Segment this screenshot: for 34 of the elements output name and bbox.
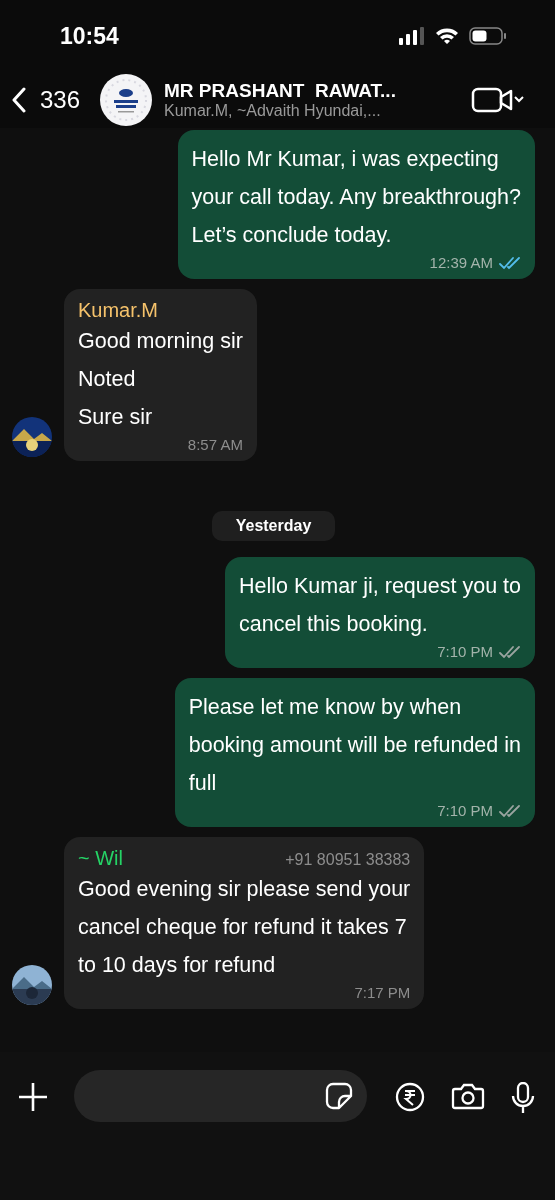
message-bubble[interactable]: Please let me know by when booking amount will be refunded in full 7:10 PM xyxy=(174,678,535,827)
plus-icon[interactable] xyxy=(18,1082,48,1112)
message-input-field[interactable] xyxy=(74,1070,367,1122)
message-time: 12:39 AM xyxy=(429,254,493,271)
message-bubble[interactable]: ~ Wil +91 80951 38383 Good evening sir please send your cancel cheque for refund it takes 7 to 10 days for refund 7:17 PM xyxy=(64,837,425,1009)
date-label: Yesterday xyxy=(211,511,336,541)
message-text: Please let me know by when booking amount will be refunded in full xyxy=(188,694,521,797)
message-time: 8:57 AM xyxy=(187,436,243,453)
chat-title[interactable]: MR PRASHANT RAWAT... xyxy=(164,80,459,102)
message-text: Good morning sir Noted Sure sir xyxy=(78,328,243,431)
wifi-icon xyxy=(435,27,459,45)
sender-phone: +91 80951 38383 xyxy=(285,851,411,869)
rupee-icon[interactable] xyxy=(395,1082,425,1112)
message-time: 7:17 PM xyxy=(354,984,411,1001)
message-text: Hello Mr Kumar, i was expecting your call today. Any breakthrough? Let’s conclude today. xyxy=(191,146,521,249)
message-bubble[interactable]: Hello Mr Kumar, i was expecting your call today. Any breakthrough? Let’s conclude today. 12:39 AM xyxy=(177,130,535,279)
sender-name[interactable]: Kumar.M xyxy=(78,299,159,322)
video-call-icon[interactable] xyxy=(471,86,527,114)
message-time: 7:10 PM xyxy=(437,802,493,819)
signal-icon xyxy=(399,27,425,45)
battery-icon xyxy=(469,27,507,45)
sticker-icon[interactable] xyxy=(325,1082,353,1110)
status-time: 10:54 xyxy=(60,22,119,50)
microphone-icon[interactable] xyxy=(511,1082,535,1114)
chat-members: Kumar.M, ~Advaith Hyundai,... xyxy=(164,102,382,120)
message-bubble[interactable]: Kumar.M Good morning sir Noted Sure sir 8:57 AM xyxy=(64,289,257,461)
sender-name[interactable]: ~ Wil xyxy=(78,847,123,870)
message-text: Good evening sir please send your cancel cheque for refund it takes 7 to 10 days for refund xyxy=(78,876,411,979)
message-bubble[interactable]: Hello Kumar ji, request you to cancel this booking. 7:10 PM xyxy=(224,557,535,668)
back-icon xyxy=(12,87,26,113)
message-text: Hello Kumar ji, request you to cancel this booking. xyxy=(238,573,521,638)
back-button[interactable]: 336 xyxy=(12,86,81,114)
message-time: 7:10 PM xyxy=(437,643,493,660)
camera-icon[interactable] xyxy=(451,1082,485,1110)
